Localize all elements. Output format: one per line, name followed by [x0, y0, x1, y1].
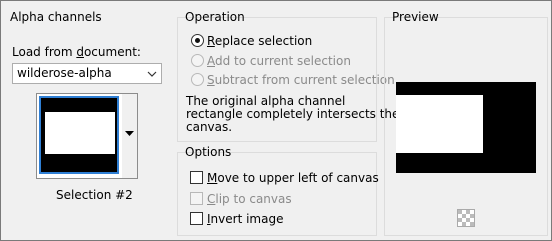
description-line-2: rectangle completely intersects the — [186, 107, 400, 121]
thumbnail-dropdown-button[interactable] — [122, 93, 138, 179]
move-to-upper-left-checkbox[interactable] — [190, 171, 203, 184]
description-line-3: canvas. — [186, 120, 233, 134]
replace-selection-radio[interactable] — [191, 34, 204, 47]
radio-selected-dot — [195, 38, 200, 43]
alpha-channels-label: Alpha channels — [10, 10, 102, 24]
subtract-from-selection-radio[interactable] — [191, 73, 204, 86]
selection-thumbnail — [39, 96, 119, 174]
replace-selection-label[interactable]: Replace selection — [207, 34, 312, 48]
triangle-down-icon — [125, 131, 134, 136]
clip-to-canvas-label[interactable]: Clip to canvas — [207, 192, 292, 206]
operation-label: Operation — [185, 10, 245, 24]
invert-image-label[interactable]: Invert image — [207, 212, 283, 226]
add-to-selection-radio[interactable] — [191, 54, 204, 67]
document-select[interactable]: wilderose-alpha — [12, 63, 162, 84]
document-select-value: wilderose-alpha — [17, 66, 112, 80]
description-line-1: The original alpha channel — [186, 94, 346, 108]
clip-to-canvas-checkbox[interactable] — [190, 192, 203, 205]
preview-label: Preview — [392, 10, 439, 24]
options-label: Options — [185, 145, 232, 159]
add-to-selection-label[interactable]: Add to current selection — [207, 54, 351, 68]
move-to-upper-left-label[interactable]: Move to upper left of canvas — [207, 171, 379, 185]
load-from-document-label: Load from document: — [12, 45, 141, 59]
preview-white-area — [396, 95, 483, 153]
invert-image-checkbox[interactable] — [190, 212, 203, 225]
selection-thumbnail-picker[interactable] — [36, 93, 124, 179]
chevron-down-icon — [147, 71, 157, 77]
selection-caption: Selection #2 — [56, 188, 133, 202]
selection-thumbnail-white-area — [45, 112, 115, 154]
subtract-from-selection-label[interactable]: Subtract from current selection — [207, 73, 395, 87]
checkerboard-icon — [458, 210, 474, 226]
transparency-icon[interactable] — [457, 209, 475, 227]
preview-image — [396, 82, 536, 173]
